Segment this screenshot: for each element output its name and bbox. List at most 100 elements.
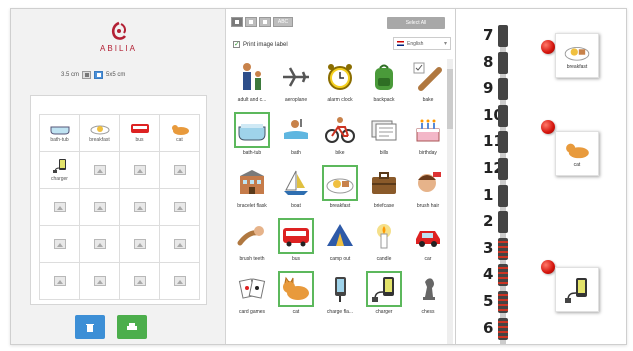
pictogram-item[interactable]: birthday	[408, 112, 448, 165]
hour-tick	[498, 158, 508, 180]
size-small-button[interactable]	[82, 71, 92, 79]
pictogram-label: adult and c...	[237, 97, 267, 103]
breakfast-icon	[564, 46, 590, 61]
view-small-button[interactable]	[259, 17, 271, 27]
pictogram-label: bus	[291, 256, 301, 262]
grid-cell-empty[interactable]	[40, 226, 80, 263]
pictogram-item[interactable]: brush hair	[408, 165, 448, 218]
grid-cell-empty[interactable]	[160, 152, 200, 189]
pictogram-item[interactable]: breakfast	[320, 165, 360, 218]
pictogram-item[interactable]: chess	[408, 271, 448, 324]
brush-hair-icon	[418, 172, 441, 192]
print-label-option[interactable]: ✓ Print image label	[233, 41, 288, 48]
grid-cell-empty[interactable]	[160, 226, 200, 263]
pictogram-item[interactable]: bake	[408, 59, 448, 112]
pictogram-item[interactable]: cat	[276, 271, 316, 324]
language-select[interactable]: English ▾	[393, 37, 451, 50]
hour-tick	[498, 78, 508, 101]
grid-cell-empty[interactable]	[40, 189, 80, 226]
pictogram-label: brush teeth	[239, 256, 265, 262]
boat-icon	[284, 170, 308, 195]
size-right-label: 5x5 cm	[106, 72, 126, 78]
charger-icon	[52, 159, 66, 173]
alarm-clock-icon	[328, 64, 352, 90]
pictogram-item[interactable]: bike	[320, 112, 360, 165]
view-large-button[interactable]	[231, 17, 243, 27]
select-all-button[interactable]: Select All	[387, 17, 445, 29]
print-label-text: Print image label	[243, 41, 288, 48]
grid-cell[interactable]: cat	[160, 115, 200, 152]
chevron-down-icon: ▾	[443, 41, 447, 47]
pictogram-item[interactable]: alarm clock	[320, 59, 360, 112]
print-button[interactable]	[117, 315, 147, 339]
grid-cell-label: bath-tub	[50, 137, 69, 143]
pictogram-label: aeroplane	[284, 97, 308, 103]
pictogram-item[interactable]: bus	[276, 218, 316, 271]
hour-tick	[498, 291, 508, 313]
grid-cell-empty[interactable]	[160, 189, 200, 226]
grid-cell[interactable]: bath-tub	[40, 115, 80, 152]
hour-tick	[498, 25, 508, 47]
pictogram-item[interactable]: charge fla...	[320, 271, 360, 324]
grid-cell-empty[interactable]	[80, 263, 120, 300]
scrollbar-thumb[interactable]	[447, 69, 453, 129]
print-grid: bath-tub breakfast bus cat charger	[39, 114, 200, 300]
pictogram-item[interactable]: boat	[276, 165, 316, 218]
schedule-card[interactable]: cat	[555, 131, 599, 176]
schedule-preview-panel: 7 8 9 10 11 12 1 2 3 4 5 6 breakfast cat	[457, 9, 626, 344]
pictogram-item[interactable]: candle	[364, 218, 404, 271]
pictogram-label: charge fla...	[326, 309, 354, 315]
pictogram-label: bracelet flask	[237, 203, 267, 209]
delete-button[interactable]	[75, 315, 105, 339]
view-text-button[interactable]: ABC	[273, 17, 293, 27]
grid-cell[interactable]: bus	[120, 115, 160, 152]
pictogram-item[interactable]: adult and c...	[232, 59, 272, 112]
pictogram-item[interactable]: bracelet flask	[232, 165, 272, 218]
app-window: ABILIA 3.5 cm 5x5 cm bath-tub breakfast	[10, 8, 627, 345]
pictogram-item[interactable]: bath	[276, 112, 316, 165]
pictogram-item[interactable]: camp out	[320, 218, 360, 271]
grid-cell-empty[interactable]	[80, 226, 120, 263]
grid-cell[interactable]: charger	[40, 152, 80, 189]
aeroplane-icon	[283, 67, 309, 87]
grid-cell-empty[interactable]	[40, 263, 80, 300]
pictogram-item[interactable]: backpack	[364, 59, 404, 112]
grid-cell-empty[interactable]	[120, 189, 160, 226]
print-label-checkbox[interactable]: ✓	[233, 41, 240, 48]
grid-cell-empty[interactable]	[80, 189, 120, 226]
grid-cell-empty[interactable]	[120, 226, 160, 263]
pictogram-item[interactable]: briefcase	[364, 165, 404, 218]
schedule-card[interactable]: breakfast	[555, 33, 599, 78]
charger-icon	[565, 277, 587, 303]
abilia-logo: ABILIA	[11, 21, 226, 53]
hour-tick	[498, 211, 508, 234]
logo-text: ABILIA	[100, 44, 137, 53]
grid-cell-empty[interactable]	[120, 263, 160, 300]
view-medium-button[interactable]	[245, 17, 257, 27]
pictogram-label: boat	[291, 203, 301, 209]
grid-cell-empty[interactable]	[160, 263, 200, 300]
printer-icon	[127, 323, 137, 330]
image-placeholder-icon	[133, 165, 146, 175]
pictogram-item[interactable]: bills	[364, 112, 404, 165]
grid-cell-empty[interactable]	[120, 152, 160, 189]
pictogram-item[interactable]: bath-tub	[232, 112, 272, 165]
grid-cell-label: breakfast	[89, 137, 110, 143]
image-placeholder-icon	[93, 239, 106, 249]
print-grid-preview: bath-tub breakfast bus cat charger	[30, 95, 207, 305]
pictogram-item[interactable]: aeroplane	[276, 59, 316, 112]
hour-label: 2	[483, 212, 494, 231]
grid-cell-empty[interactable]	[80, 152, 120, 189]
red-marker-icon	[541, 260, 555, 274]
schedule-card[interactable]	[555, 267, 599, 312]
pictogram-scrollbar[interactable]	[447, 59, 453, 344]
pictogram-item[interactable]: car	[408, 218, 448, 271]
pictogram-item[interactable]: charger	[364, 271, 404, 324]
pictogram-item[interactable]: brush teeth	[232, 218, 272, 271]
grid-cell[interactable]: breakfast	[80, 115, 120, 152]
image-placeholder-icon	[133, 276, 146, 286]
size-large-button[interactable]	[94, 71, 104, 79]
pictogram-label: briefcase	[373, 203, 395, 209]
pictogram-item[interactable]: card games	[232, 271, 272, 324]
pictogram-label: charger	[375, 309, 393, 315]
